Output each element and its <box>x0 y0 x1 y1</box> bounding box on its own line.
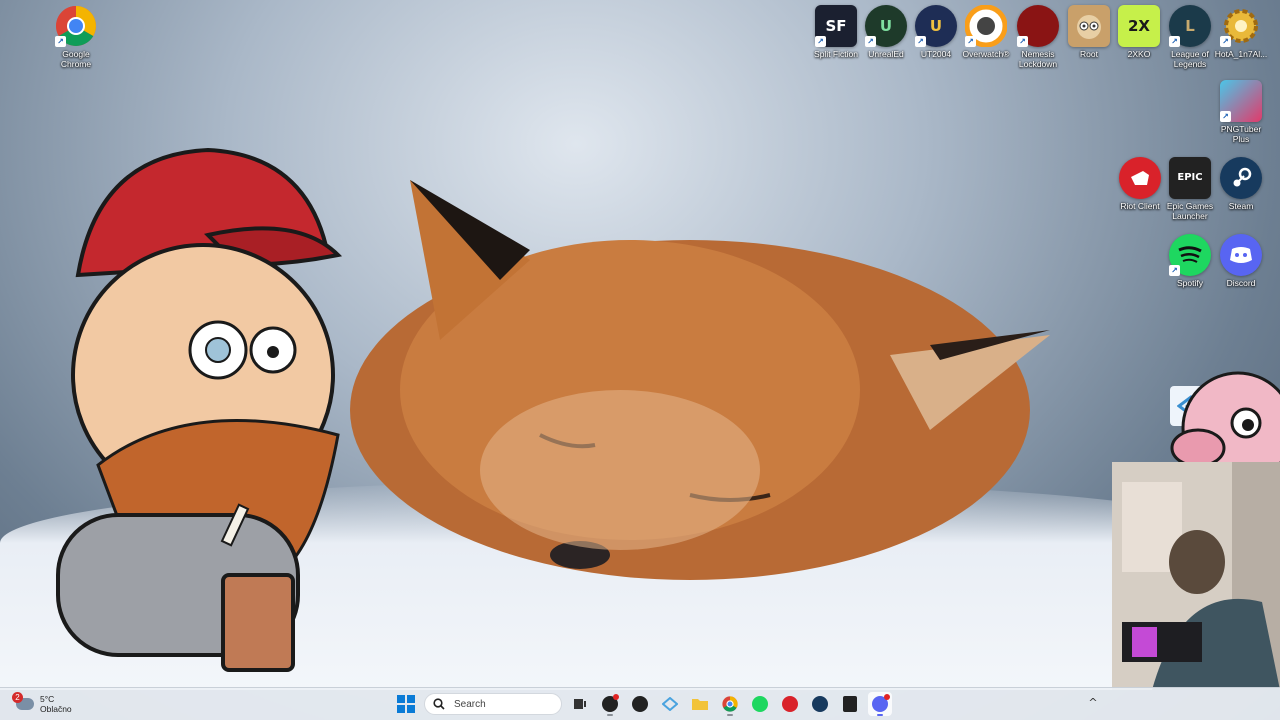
chrome-icon <box>722 696 738 712</box>
desktop-icon-label: Split Fiction <box>814 49 858 59</box>
desktop-icon-root[interactable]: Root <box>1061 5 1117 59</box>
desktop-icon-google-chrome[interactable]: ↗ Google Chrome <box>48 5 104 69</box>
search-icon <box>433 698 445 710</box>
desktop-icon-split-fiction[interactable]: SF ↗ Split Fiction <box>808 5 864 59</box>
recording-indicator-icon <box>613 694 619 700</box>
steam-icon <box>812 696 828 712</box>
desktop-icon-label: PNGTuber Plus <box>1220 124 1262 144</box>
taskbar-spotify-button[interactable] <box>748 692 772 716</box>
task-view-icon <box>574 699 586 709</box>
epic-games-icon <box>843 696 857 712</box>
spotify-icon <box>752 696 768 712</box>
taskbar-location-app-button[interactable] <box>628 692 652 716</box>
taskbar-file-explorer-button[interactable] <box>688 692 712 716</box>
chrome-icon: ↗ <box>55 5 97 47</box>
desktop-icon-pngtuber-plus[interactable]: ↗ PNGTuber Plus <box>1213 80 1269 144</box>
weather-temperature: 5°C <box>40 694 55 704</box>
desktop-icon-label: Root <box>1080 49 1098 59</box>
desktop-icon-hota[interactable]: ↗ HotA_1n7Al... <box>1213 5 1269 59</box>
webcam-feed <box>1112 462 1280 690</box>
desktop-icon-steam[interactable]: Steam <box>1213 157 1269 211</box>
taskbar-center <box>394 690 892 718</box>
league-of-legends-icon: L ↗ <box>1169 5 1211 47</box>
ut2004-icon: U ↗ <box>915 5 957 47</box>
desktop-icon-ut2004[interactable]: U ↗ UT2004 <box>908 5 964 59</box>
split-fiction-icon: SF ↗ <box>815 5 857 47</box>
desktop-icon-spotify[interactable]: ↗ Spotify <box>1162 234 1218 288</box>
cloud-icon: 2 <box>12 692 34 710</box>
taskbar-search[interactable] <box>424 693 562 715</box>
riot-client-icon <box>1119 157 1161 199</box>
desktop-icon-riot-client[interactable]: Riot Client <box>1112 157 1168 211</box>
2xko-icon: 2X <box>1118 5 1160 47</box>
pngtuber-plus-icon: ↗ <box>1220 80 1262 122</box>
taskbar-chrome-button[interactable] <box>718 692 742 716</box>
desktop-icon-overwatch[interactable]: ↗ Overwatch® <box>958 5 1014 59</box>
desktop-icon-2xko[interactable]: 2X 2XKO <box>1111 5 1167 59</box>
folder-icon <box>692 699 708 710</box>
desktop-icon-label: Discord <box>1226 278 1256 288</box>
desktop-icon-label: UnrealEd <box>868 49 904 59</box>
taskbar: 2 5°C Oblačno Search ^ <box>0 687 1280 720</box>
windows-icon <box>397 695 415 713</box>
weather-widget[interactable]: 2 5°C Oblačno <box>12 691 72 717</box>
desktop-icon-label: 2XKO <box>1127 49 1151 59</box>
desktop-icon-label: League of Legends <box>1171 49 1209 69</box>
taskbar-obs-button[interactable] <box>598 692 622 716</box>
hota-icon: ↗ <box>1220 5 1262 47</box>
desktop-icon-label: UT2004 <box>920 49 952 59</box>
notification-dot-icon <box>884 694 890 700</box>
desktop-icon-discord[interactable]: Discord <box>1213 234 1269 288</box>
epic-games-icon: EPIC <box>1169 157 1211 199</box>
desktop-icon-unrealed[interactable]: U ↗ UnrealEd <box>858 5 914 59</box>
taskbar-epic-games-button[interactable] <box>838 692 862 716</box>
show-hidden-icons-chevron-icon[interactable]: ^ <box>1086 696 1100 710</box>
notification-badge: 2 <box>12 692 23 703</box>
spotify-icon: ↗ <box>1169 234 1211 276</box>
steam-icon <box>1220 157 1262 199</box>
desktop-icon-label: Nemesis Lockdown <box>1018 49 1058 69</box>
start-button[interactable] <box>394 692 418 716</box>
desktop-icon-label: Overwatch® <box>962 49 1010 59</box>
map-pin-icon <box>632 696 648 712</box>
riot-client-icon <box>782 696 798 712</box>
desktop-icon-label: Google Chrome <box>60 49 92 69</box>
nemesis-lockdown-icon: ↗ <box>1017 5 1059 47</box>
desktop-icon-label: HotA_1n7Al... <box>1214 49 1268 59</box>
discord-icon <box>1220 234 1262 276</box>
cartoon-mascot-overlay <box>56 147 343 672</box>
diamond-app-icon <box>662 697 678 711</box>
desktop-icon-label: Spotify <box>1177 278 1203 288</box>
desktop-icon-label: Epic Games Launcher <box>1166 201 1214 221</box>
weather-condition: Oblačno <box>40 704 72 714</box>
taskbar-riot-client-button[interactable] <box>778 692 802 716</box>
taskbar-steam-button[interactable] <box>808 692 832 716</box>
desktop-icon-nemesis-lockdown[interactable]: ↗ Nemesis Lockdown <box>1010 5 1066 69</box>
overwatch-icon: ↗ <box>965 5 1007 47</box>
unreal-editor-icon: U ↗ <box>865 5 907 47</box>
desktop-icon-label: Steam <box>1228 201 1254 211</box>
taskbar-streamer-app-button[interactable] <box>658 692 682 716</box>
desktop-icon-label: Riot Client <box>1120 201 1160 211</box>
taskbar-task-view-button[interactable] <box>568 692 592 716</box>
desktop-icon-epic-games[interactable]: EPIC Epic Games Launcher <box>1162 157 1218 221</box>
root-icon <box>1068 5 1110 47</box>
fox-wallpaper-image <box>350 180 1050 580</box>
desktop-icon-league-of-legends[interactable]: L ↗ League of Legends <box>1162 5 1218 69</box>
taskbar-discord-button[interactable] <box>868 692 892 716</box>
search-input[interactable] <box>452 697 556 711</box>
